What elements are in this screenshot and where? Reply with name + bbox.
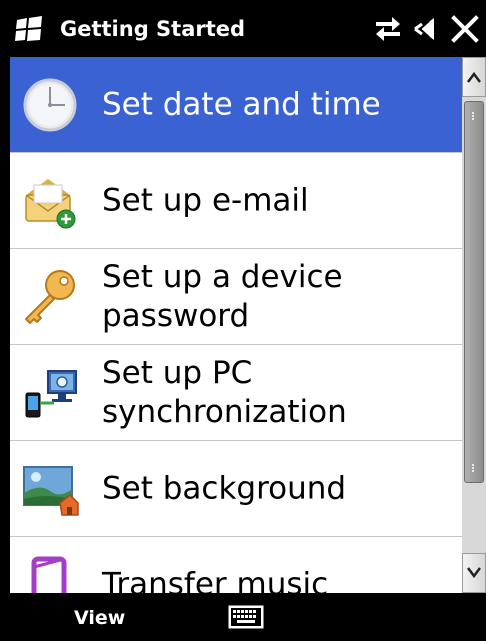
list-item-label: Set up a device password — [102, 258, 343, 334]
email-add-icon — [20, 171, 80, 231]
scroll-down-button[interactable] — [462, 553, 486, 593]
window-title: Getting Started — [60, 17, 246, 41]
softkey-bar: View — [0, 593, 486, 641]
view-softkey[interactable]: View — [74, 605, 125, 631]
list-item-label: Set date and time — [102, 86, 381, 122]
chevron-down-icon — [467, 567, 481, 579]
list-item-label: Transfer music — [102, 566, 329, 593]
list-item-set-background[interactable]: Set background — [10, 441, 462, 537]
pc-sync-icon — [20, 363, 80, 423]
background-picture-icon — [20, 459, 80, 519]
windows-logo-icon[interactable] — [14, 16, 44, 42]
settings-list: Set date and time Set up e-mail Set up a… — [10, 57, 462, 593]
scroll-grip-bottom — [472, 464, 478, 472]
speaker-muted-icon[interactable] — [412, 14, 442, 44]
list-item-set-date-time[interactable]: Set date and time — [10, 57, 462, 153]
keyboard-icon[interactable] — [228, 605, 264, 629]
list-item-label: Set background — [102, 470, 347, 506]
chevron-up-icon — [467, 71, 481, 83]
screen: Getting Started Set date and time Set up… — [0, 0, 486, 641]
vertical-scrollbar[interactable] — [462, 57, 486, 593]
scroll-grip-top — [472, 112, 478, 120]
connectivity-arrows-icon[interactable] — [372, 14, 404, 44]
key-icon — [20, 267, 80, 327]
list-item-set-up-device-password[interactable]: Set up a device password — [10, 249, 462, 345]
list-item-label: Set up e-mail — [102, 182, 309, 218]
list-item-label: Set up PC synchronization — [102, 354, 347, 430]
list-item-set-up-pc-sync[interactable]: Set up PC synchronization — [10, 345, 462, 441]
list-item-transfer-music[interactable]: Transfer music — [10, 537, 462, 593]
close-icon[interactable] — [450, 14, 480, 44]
list-item-set-up-email[interactable]: Set up e-mail — [10, 153, 462, 249]
scroll-up-button[interactable] — [462, 57, 486, 97]
clock-icon — [20, 75, 80, 135]
title-bar: Getting Started — [0, 0, 486, 57]
scroll-thumb[interactable] — [464, 101, 484, 483]
music-transfer-icon — [20, 555, 80, 593]
